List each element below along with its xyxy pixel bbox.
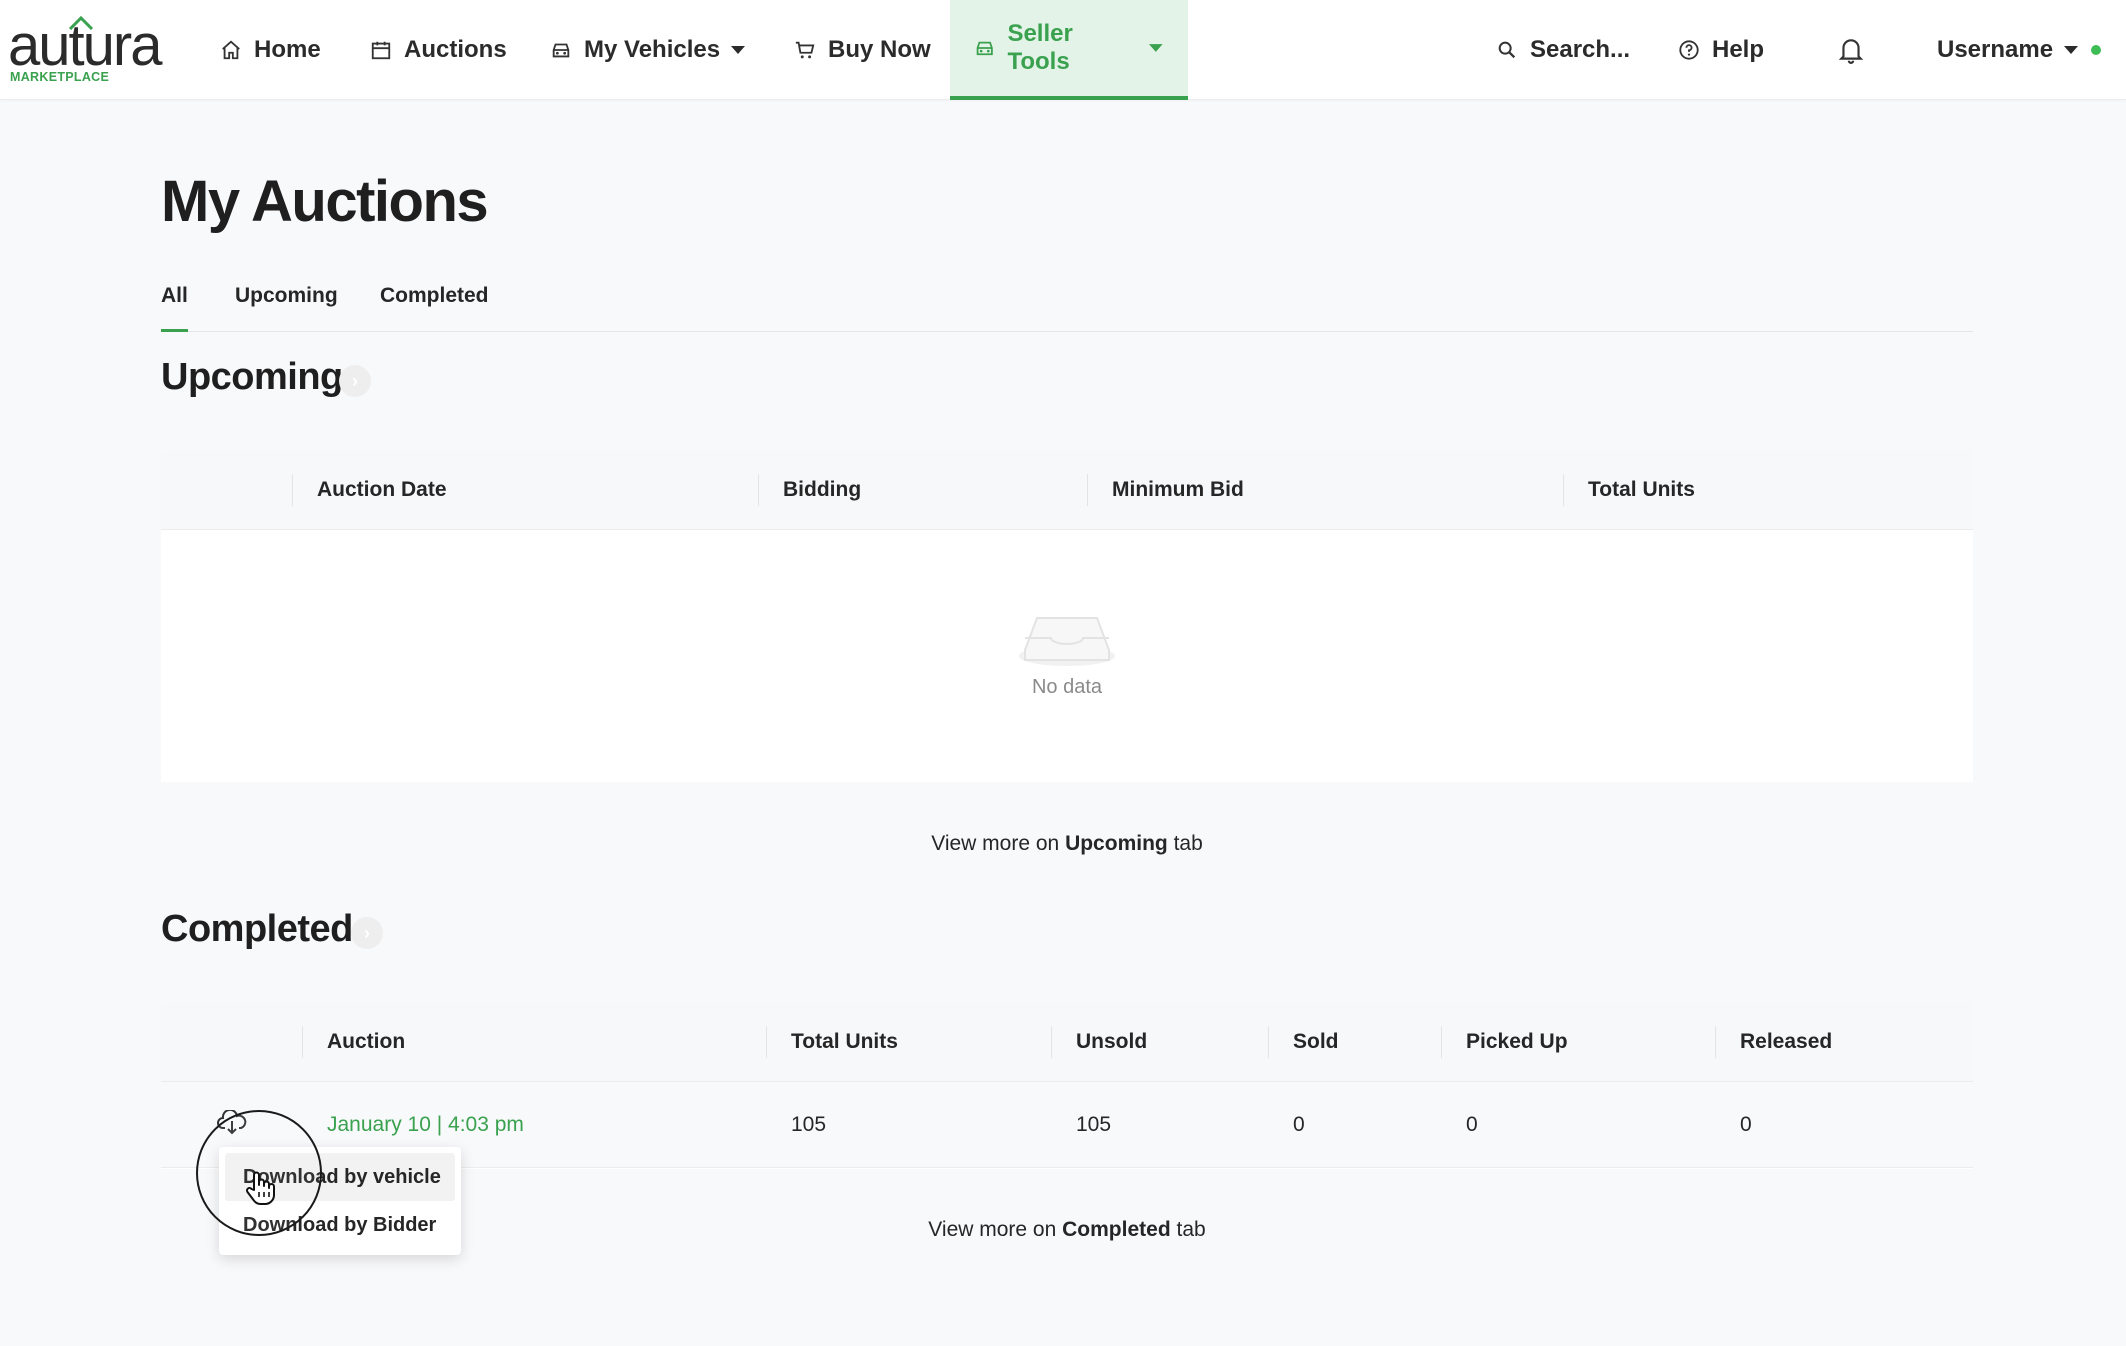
upcoming-table-header: Auction Date Bidding Minimum Bid Total U…	[161, 450, 1973, 530]
nav-home-label: Home	[254, 36, 321, 63]
autura-logo[interactable]: autura MARKETPLACE	[8, 13, 170, 84]
top-navbar: autura MARKETPLACE Home Auctions My Vehi…	[0, 0, 2126, 100]
unsold-cell: 105	[1076, 1113, 1112, 1136]
column-divider	[758, 474, 759, 506]
caret-down-icon	[2064, 46, 2079, 54]
username-label: Username	[1937, 36, 2054, 63]
completed-section-title: Completed	[161, 908, 353, 950]
bell-icon	[1838, 39, 1864, 64]
column-header[interactable]: Auction Date	[317, 450, 447, 530]
column-divider	[1715, 1026, 1716, 1058]
column-header[interactable]: Total Units	[1588, 450, 1695, 530]
column-header[interactable]: Bidding	[783, 450, 861, 530]
hand-pointer-cursor-icon	[246, 1171, 275, 1206]
caret-down-icon	[1149, 44, 1164, 52]
user-menu[interactable]: Username	[1937, 0, 2079, 100]
column-header[interactable]: Sold	[1293, 1002, 1339, 1082]
tab-all[interactable]: All	[161, 280, 188, 332]
column-header[interactable]: Total Units	[791, 1002, 898, 1082]
nav-buy-now-label: Buy Now	[828, 36, 931, 63]
completed-arrow-icon[interactable]: ›	[351, 917, 383, 949]
nav-home[interactable]: Home	[220, 0, 321, 100]
column-header[interactable]: Unsold	[1076, 1002, 1147, 1082]
total-units-cell: 105	[791, 1113, 827, 1136]
home-icon	[222, 40, 240, 60]
search-icon	[1498, 41, 1516, 59]
nav-auctions-label: Auctions	[404, 36, 507, 63]
nav-help[interactable]: Help	[1678, 0, 1764, 100]
view-more-tab-name: Completed	[1062, 1218, 1171, 1241]
upcoming-section-title: Upcoming	[161, 356, 343, 398]
nav-my-vehicles-label: My Vehicles	[584, 36, 721, 63]
notifications-button[interactable]	[1838, 0, 1876, 100]
view-more-suffix: tab	[1176, 1218, 1206, 1241]
nav-seller-tools-label: Seller Tools	[1007, 20, 1073, 75]
empty-state-text: No data	[1031, 676, 1103, 698]
column-header[interactable]: Picked Up	[1466, 1002, 1568, 1082]
caret-down-icon	[731, 46, 746, 54]
nav-auctions[interactable]: Auctions	[370, 0, 507, 100]
nav-buy-now[interactable]: Buy Now	[794, 0, 931, 100]
sold-cell: 0	[1293, 1113, 1305, 1136]
car-icon	[976, 41, 993, 56]
released-cell: 0	[1740, 1113, 1752, 1136]
page-title: My Auctions	[161, 169, 489, 234]
nav-my-vehicles[interactable]: My Vehicles	[550, 0, 746, 100]
view-more-upcoming[interactable]: View more on Upcoming tab	[161, 832, 1973, 856]
nav-help-label: Help	[1712, 36, 1765, 63]
column-divider	[1051, 1026, 1052, 1058]
nav-seller-tools[interactable]: Seller Tools	[950, 0, 1188, 100]
completed-table-header: Auction Total Units Unsold Sold Picked U…	[161, 1002, 1973, 1082]
upcoming-arrow-icon[interactable]: ›	[339, 365, 371, 397]
logo-wordmark: autura	[8, 13, 162, 78]
cart-icon	[795, 41, 815, 59]
completed-table: Auction Total Units Unsold Sold Picked U…	[161, 1002, 1973, 1169]
calendar-icon	[371, 41, 391, 60]
view-more-suffix: tab	[1173, 832, 1203, 855]
nav-search-label: Search...	[1530, 36, 1631, 63]
view-more-prefix: View more on	[928, 1218, 1057, 1241]
view-more-tab-name: Upcoming	[1065, 832, 1168, 855]
logo-subtitle: MARKETPLACE	[10, 70, 110, 84]
column-header[interactable]: Minimum Bid	[1112, 450, 1244, 530]
help-icon	[1679, 40, 1699, 60]
online-status-dot	[2091, 45, 2101, 55]
car-icon	[552, 43, 570, 58]
tab-upcoming[interactable]: Upcoming	[235, 280, 338, 332]
column-divider	[1441, 1026, 1442, 1058]
empty-inbox-icon	[1019, 617, 1115, 666]
tab-completed[interactable]: Completed	[380, 280, 489, 332]
empty-state: No data	[161, 530, 1973, 782]
column-divider	[302, 1026, 303, 1058]
column-divider	[766, 1026, 767, 1058]
upcoming-table: Auction Date Bidding Minimum Bid Total U…	[161, 450, 1973, 782]
column-header[interactable]: Released	[1740, 1002, 1832, 1082]
view-more-prefix: View more on	[931, 832, 1060, 855]
column-divider	[1268, 1026, 1269, 1058]
auction-tabs: All Upcoming Completed	[161, 280, 1973, 332]
column-header[interactable]: Auction	[327, 1002, 405, 1082]
column-divider	[1563, 474, 1564, 506]
picked-up-cell: 0	[1466, 1113, 1478, 1136]
column-divider	[1087, 474, 1088, 506]
column-divider	[292, 474, 293, 506]
nav-search[interactable]: Search...	[1496, 0, 1630, 100]
